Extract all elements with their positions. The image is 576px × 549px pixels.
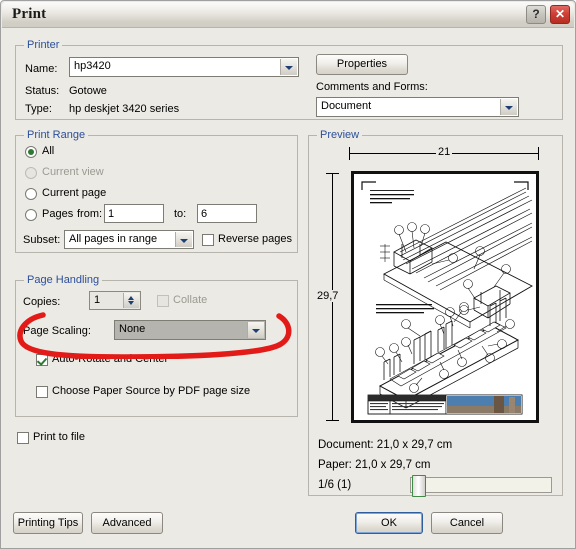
comments-and-forms-combo[interactable]: Document	[316, 97, 519, 117]
collate-label: Collate	[173, 294, 208, 306]
preview-page[interactable]	[351, 171, 539, 423]
printing-tips-button[interactable]: Printing Tips	[13, 512, 83, 534]
advanced-button[interactable]: Advanced	[91, 512, 163, 534]
pages-to-label: to:	[174, 208, 187, 220]
page-indicator: 1/6 (1)	[318, 479, 352, 491]
print-to-file-label: Print to file	[33, 431, 85, 443]
radio-current-page[interactable]	[25, 188, 37, 200]
reverse-pages-checkbox[interactable]	[202, 234, 214, 246]
printer-type-value: hp deskjet 3420 series	[69, 103, 180, 115]
printer-group-title: Printer	[24, 39, 63, 51]
preview-scrollbar[interactable]	[410, 475, 552, 497]
printer-type-label: Type:	[25, 103, 52, 115]
chevron-down-icon[interactable]	[280, 59, 297, 75]
preview-height-dim-tick-top	[326, 173, 339, 174]
printer-status-value: Gotowe	[69, 85, 107, 97]
comments-and-forms-value: Document	[321, 100, 372, 112]
paper-source-label: Choose Paper Source by PDF page size	[52, 385, 251, 397]
chevron-down-icon[interactable]	[175, 232, 192, 247]
paper-source-checkbox[interactable]	[36, 386, 48, 398]
properties-button[interactable]: Properties	[316, 54, 408, 75]
printer-name-value: hp3420	[74, 60, 111, 72]
printer-status-label: Status:	[25, 85, 60, 97]
close-x-icon[interactable]: ✕	[550, 5, 570, 24]
auto-rotate-checkbox[interactable]	[36, 354, 48, 366]
preview-width-dim-label: 21	[436, 146, 453, 158]
help-icon[interactable]: ?	[526, 5, 546, 24]
radio-current-view[interactable]	[25, 167, 37, 179]
radio-all-label: All	[42, 145, 55, 157]
radio-current-view-label: Current view	[42, 166, 104, 178]
preview-width-dim-tick-left	[349, 147, 350, 160]
ok-button[interactable]: OK	[355, 512, 423, 534]
spinner-arrows-icon[interactable]	[123, 293, 139, 308]
preview-width-dim-tick-right	[538, 147, 539, 160]
cad-drawing	[354, 174, 536, 420]
printer-name-label: Name:	[25, 63, 58, 75]
paper-size-info: Paper: 21,0 x 29,7 cm	[318, 459, 431, 471]
subset-label: Subset:	[23, 234, 61, 246]
printer-name-combo[interactable]: hp3420	[69, 57, 299, 77]
subset-combo[interactable]: All pages in range	[64, 230, 194, 249]
document-size-info: Document: 21,0 x 29,7 cm	[318, 439, 453, 451]
radio-pages[interactable]	[25, 209, 37, 221]
print-to-file-checkbox[interactable]	[17, 432, 29, 444]
cancel-button[interactable]: Cancel	[431, 512, 503, 534]
chevron-down-icon[interactable]	[500, 99, 517, 115]
page-scaling-label: Page Scaling:	[23, 325, 91, 337]
print-dialog: Print ? ✕ Printer Name: hp3420 Status: G…	[0, 0, 576, 549]
subset-value: All pages in range	[69, 233, 158, 245]
auto-rotate-label: Auto-Rotate and Center	[52, 353, 169, 365]
copies-stepper[interactable]: 1	[89, 291, 141, 310]
pages-to-input[interactable]: 6	[197, 204, 257, 223]
copies-value: 1	[94, 294, 101, 306]
copies-label: Copies:	[23, 296, 61, 308]
page-scaling-combo[interactable]: None	[114, 320, 266, 340]
title-bar[interactable]: Print ? ✕	[2, 2, 574, 28]
preview-height-dim-label: 29,7	[315, 290, 341, 302]
preview-scrollbar-thumb[interactable]	[412, 475, 426, 497]
chevron-down-icon[interactable]	[247, 322, 264, 338]
print-range-group-title: Print Range	[24, 129, 89, 141]
radio-current-page-label: Current page	[42, 187, 107, 199]
page-scaling-value: None	[119, 323, 146, 335]
reverse-pages-label: Reverse pages	[218, 233, 292, 245]
radio-pages-label: Pages	[42, 208, 74, 220]
pages-from-input[interactable]: 1	[104, 204, 164, 223]
collate-checkbox[interactable]	[157, 295, 169, 307]
page-handling-group-title: Page Handling	[24, 274, 103, 286]
preview-group-title: Preview	[317, 129, 363, 141]
preview-height-dim-tick-bottom	[326, 420, 339, 421]
comments-and-forms-label: Comments and Forms:	[316, 81, 428, 93]
window-title: Print	[12, 6, 47, 22]
radio-all[interactable]	[25, 146, 37, 158]
pages-from-label: from:	[77, 208, 103, 220]
